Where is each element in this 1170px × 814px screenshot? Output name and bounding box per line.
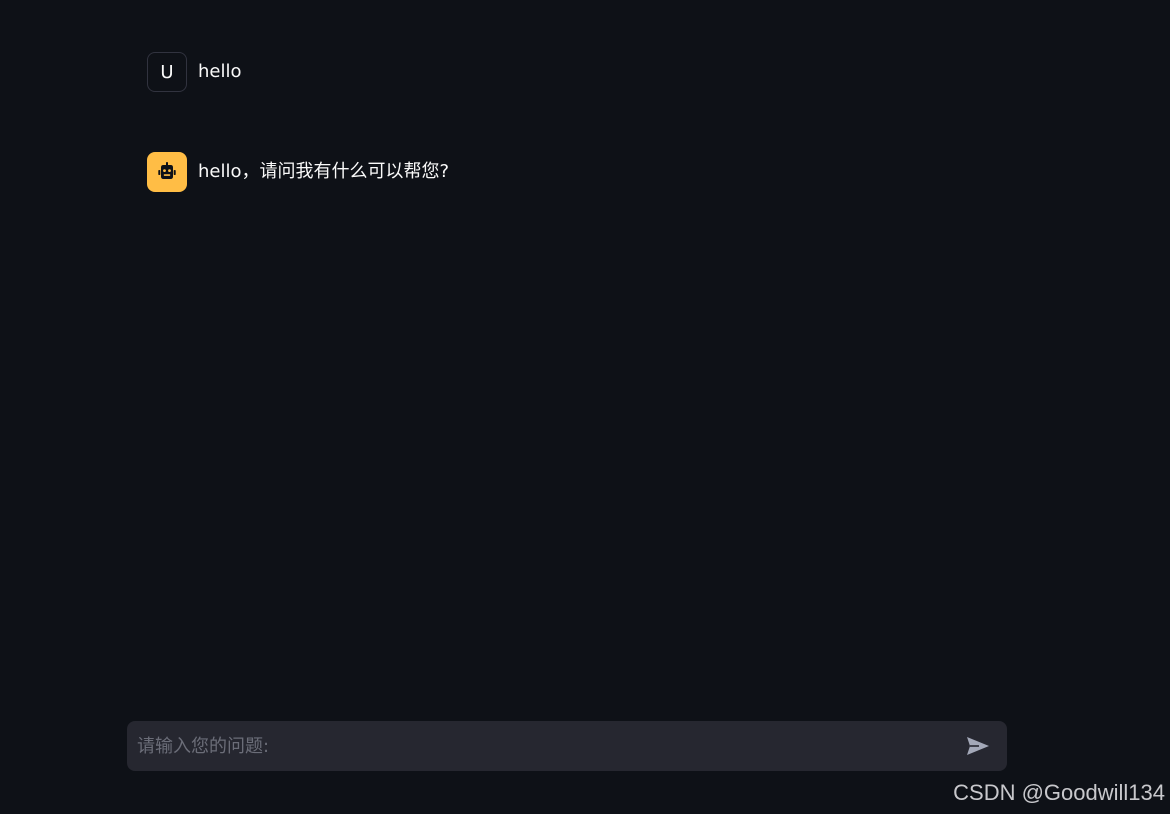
- chat-app: U hello hello，请问我有什么可以帮您? CSDN @G: [0, 0, 1170, 814]
- assistant-message: hello，请问我有什么可以帮您?: [147, 152, 449, 192]
- chat-input-bar: [127, 721, 1007, 771]
- watermark: CSDN @Goodwill134: [953, 780, 1165, 805]
- send-icon: [967, 737, 989, 755]
- assistant-avatar: [147, 152, 187, 192]
- user-message: U hello: [147, 52, 242, 92]
- user-message-text: hello: [198, 61, 242, 82]
- user-avatar-label: U: [160, 61, 174, 83]
- send-button[interactable]: [961, 729, 995, 763]
- chat-input[interactable]: [137, 721, 961, 771]
- robot-icon: [158, 162, 176, 179]
- assistant-message-text: hello，请问我有什么可以帮您?: [198, 161, 450, 182]
- user-avatar: U: [147, 52, 187, 92]
